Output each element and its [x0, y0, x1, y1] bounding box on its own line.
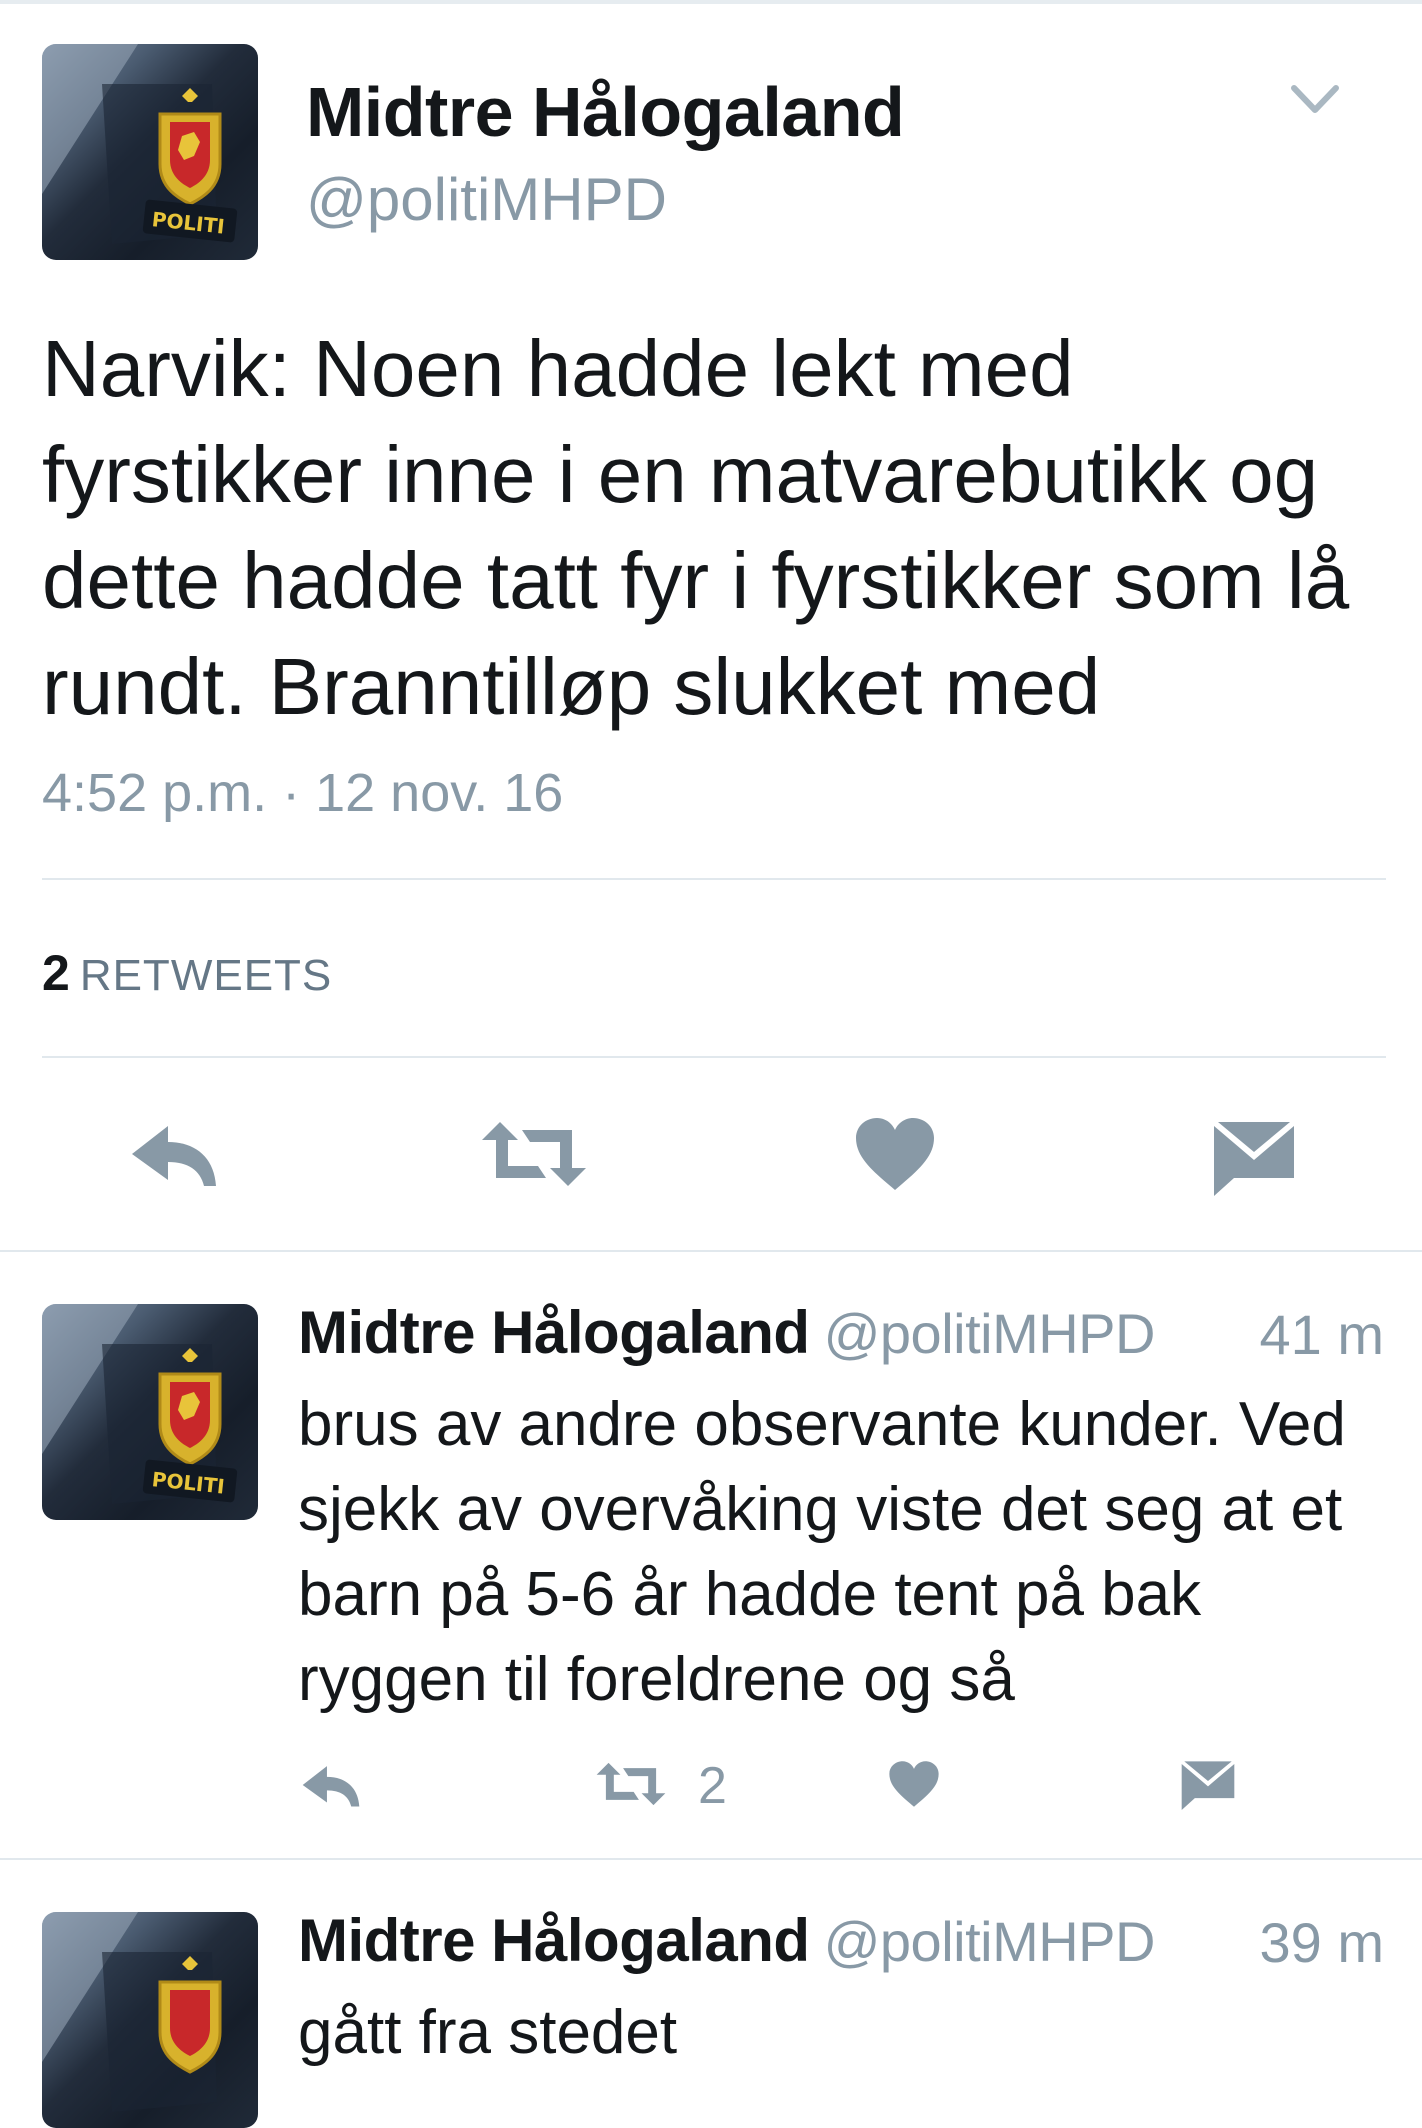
heart-icon[interactable]: [888, 1760, 940, 1808]
police-badge-icon: POLITI: [42, 44, 238, 244]
divider: [42, 1056, 1386, 1058]
chevron-down-icon[interactable]: [1290, 82, 1340, 118]
retweet-count: 2: [42, 945, 70, 1001]
author-name[interactable]: Midtre Hålogaland @politiMHPD: [298, 1906, 1155, 1975]
author-display-name: Midtre Hålogaland: [298, 1299, 810, 1366]
tweet-time[interactable]: 39 m: [1260, 1910, 1385, 1975]
author-name[interactable]: Midtre Hålogaland @politiMHPD: [298, 1298, 1155, 1367]
author-handle: @politiMHPD: [823, 1910, 1156, 1973]
author-display-name: Midtre Hålogaland: [298, 1907, 810, 1974]
tweet-text-line: Narvik: Noen hadde lekt med: [42, 324, 1074, 413]
tweet-text-line: barn på 5-6 år hadde tent på bak: [298, 1560, 1202, 1629]
reply-icon[interactable]: [128, 1120, 220, 1194]
tweet-separator: [0, 1858, 1422, 1860]
author-handle[interactable]: @politiMHPD: [306, 165, 667, 234]
police-badge-icon: [42, 1912, 222, 2112]
tweet-timestamp[interactable]: 4:52 p.m. · 12 nov. 16: [42, 762, 563, 824]
envelope-icon[interactable]: [1180, 1760, 1236, 1810]
retweet-label: RETWEETS: [79, 951, 333, 1000]
author-handle: @politiMHPD: [823, 1302, 1156, 1365]
tweet-text-line: rundt. Branntilløp slukket med: [42, 642, 1101, 731]
reply-icon[interactable]: [300, 1762, 362, 1812]
tweet-text: Narvik: Noen hadde lekt med fyrstikker i…: [42, 316, 1402, 740]
tweet-text-line: dette hadde tatt fyr i fyrstikker som lå: [42, 536, 1350, 625]
tweet-text-line: ryggen til foreldrene og så: [298, 1645, 1015, 1714]
tweet-text-line: gått fra stedet: [298, 1998, 678, 2067]
heart-icon[interactable]: [854, 1116, 936, 1192]
police-badge-icon: POLITI: [42, 1304, 238, 1504]
retweet-stats[interactable]: 2 RETWEETS: [42, 944, 332, 1002]
author-name[interactable]: Midtre Hålogaland: [306, 72, 905, 152]
avatar[interactable]: POLITI: [42, 1304, 258, 1520]
divider: [42, 878, 1386, 880]
tweet-text-line: fyrstikker inne i en matvarebutikk og: [42, 430, 1319, 519]
retweet-icon[interactable]: [594, 1760, 668, 1808]
tweet-text-line: sjekk av overvåking viste det seg at et: [298, 1475, 1343, 1544]
retweet-count: 2: [698, 1757, 727, 1815]
tweet-time[interactable]: 41 m: [1260, 1302, 1385, 1367]
envelope-icon[interactable]: [1212, 1120, 1296, 1196]
avatar[interactable]: POLITI: [42, 44, 258, 260]
retweet-icon[interactable]: [478, 1118, 590, 1190]
tweet-text: gått fra stedet: [298, 1990, 1398, 2075]
tweet-separator: [0, 1250, 1422, 1252]
avatar[interactable]: [42, 1912, 258, 2128]
tweet-text: brus av andre observante kunder. Ved sje…: [298, 1382, 1398, 1722]
tweet-text-line: brus av andre observante kunder. Ved: [298, 1390, 1346, 1459]
top-border: [0, 0, 1422, 4]
